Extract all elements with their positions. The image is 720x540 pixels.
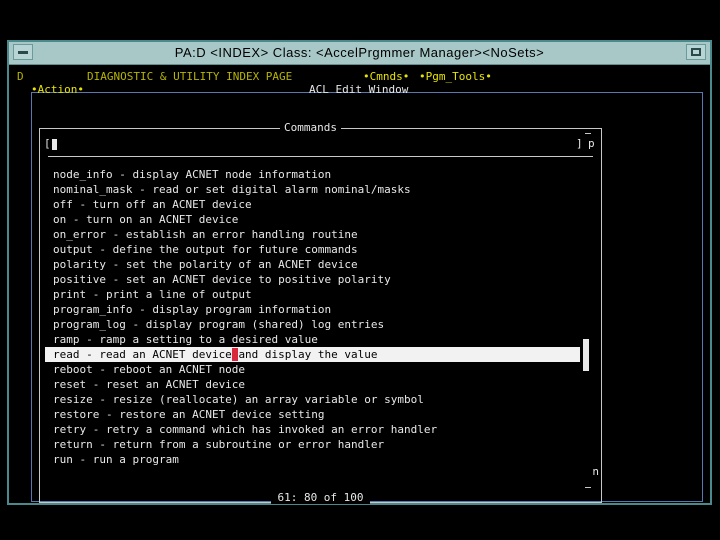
status-text: 61: 80 of 100: [271, 491, 370, 504]
list-item[interactable]: reset - reset an ACNET device: [45, 377, 580, 392]
page-prefix: D: [17, 70, 24, 83]
input-separator: [48, 156, 593, 157]
maximize-button[interactable]: [686, 44, 706, 60]
title-bar[interactable]: PA:D <INDEX> Class: <AccelPrgmmer Manage…: [9, 42, 710, 65]
list-item[interactable]: program_log - display program (shared) l…: [45, 317, 580, 332]
command-list[interactable]: node_info - display ACNET node informati…: [45, 167, 580, 467]
list-item[interactable]: retry - retry a command which has invoke…: [45, 422, 580, 437]
input-open-bracket: [: [44, 137, 51, 150]
selected-text-before: read - read an ACNET device: [53, 348, 232, 361]
list-item[interactable]: off - turn off an ACNET device: [45, 197, 580, 212]
list-item[interactable]: return - return from a subroutine or err…: [45, 437, 580, 452]
list-item[interactable]: node_info - display ACNET node informati…: [45, 167, 580, 182]
window-title: PA:D <INDEX> Class: <AccelPrgmmer Manage…: [174, 45, 545, 60]
acl-edit-window-label: ACL Edit Window: [309, 83, 409, 96]
action-menu[interactable]: •Action•: [31, 83, 84, 96]
list-item[interactable]: on_error - establish an error handling r…: [45, 227, 580, 242]
list-item[interactable]: nominal_mask - read or set digital alarm…: [45, 182, 580, 197]
commands-panel-title: Commands: [280, 121, 341, 134]
cmnds-menu[interactable]: •Cmnds•: [363, 70, 409, 83]
list-item[interactable]: resize - resize (reallocate) an array va…: [45, 392, 580, 407]
list-item[interactable]: restore - restore an ACNET device settin…: [45, 407, 580, 422]
list-item[interactable]: program_info - display program informati…: [45, 302, 580, 317]
commands-panel: Commands [ ] p node_info - display ACNET…: [39, 121, 602, 504]
scrollbar-thumb[interactable]: [583, 339, 589, 371]
list-item[interactable]: on - turn on an ACNET device: [45, 212, 580, 227]
scrollbar-bottom-tick: [585, 487, 591, 488]
scrollbar-top-tick: [585, 133, 591, 134]
list-item[interactable]: ramp - ramp a setting to a desired value: [45, 332, 580, 347]
pgm-tools-menu[interactable]: •Pgm_Tools•: [419, 70, 492, 83]
list-item[interactable]: positive - set an ACNET device to positi…: [45, 272, 580, 287]
scroll-bottom-letter: n: [592, 465, 599, 478]
list-item[interactable]: run - run a program: [45, 452, 580, 467]
list-position-status: 61: 80 of 100: [40, 491, 601, 504]
vertical-scrollbar[interactable]: [581, 129, 593, 504]
maximize-icon: [691, 48, 701, 56]
selected-text-after: and display the value: [238, 348, 378, 361]
list-item[interactable]: reboot - reboot an ACNET node: [45, 362, 580, 377]
list-item[interactable]: output - define the output for future co…: [45, 242, 580, 257]
list-item[interactable]: print - print a line of output: [45, 287, 580, 302]
input-cursor: [52, 139, 57, 150]
terminal-window: PA:D <INDEX> Class: <AccelPrgmmer Manage…: [7, 40, 712, 505]
page-title: DIAGNOSTIC & UTILITY INDEX PAGE: [87, 70, 293, 83]
terminal-area: D DIAGNOSTIC & UTILITY INDEX PAGE •Cmnds…: [11, 66, 708, 504]
list-item[interactable]: polarity - set the polarity of an ACNET …: [45, 257, 580, 272]
list-item-selected[interactable]: read - read an ACNET device and display …: [45, 347, 580, 362]
